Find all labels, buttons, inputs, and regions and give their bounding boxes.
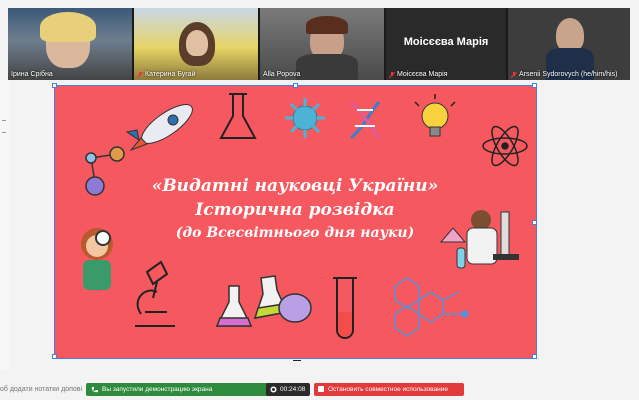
participant-name: Alla Popova — [263, 71, 301, 78]
participant-name: Катерина Бугай — [137, 71, 196, 78]
participant-hair — [306, 16, 348, 34]
screen-share-status-bar[interactable]: Вы запустили демонстрацию экрана — [86, 383, 270, 396]
timer-value: 00:24:08 — [280, 386, 306, 393]
stop-icon — [318, 386, 324, 392]
slide-thumbnail-pane[interactable] — [0, 80, 10, 370]
slide-canvas[interactable]: «Видатні науковці України» Історична роз… — [52, 83, 537, 359]
participant-display-name: Моісєєва Марія — [403, 36, 489, 48]
resize-handle[interactable] — [532, 83, 537, 88]
participant-hair — [40, 12, 96, 42]
resize-handle[interactable] — [52, 83, 57, 88]
participant-tile-3[interactable]: Alla Popova — [260, 8, 384, 80]
shield-icon[interactable] — [254, 386, 260, 393]
participant-tile-5[interactable]: Arsenii Sydorovych (he/him/his) — [508, 8, 630, 80]
slide-divider — [293, 360, 301, 361]
resize-handle[interactable] — [52, 354, 57, 359]
record-icon — [270, 386, 277, 393]
pane-marker — [2, 120, 6, 121]
selection-frame[interactable] — [54, 85, 537, 359]
participant-tile-1[interactable]: Ірина Срібна — [8, 8, 132, 80]
pane-marker — [2, 132, 6, 133]
mic-muted-icon — [511, 71, 517, 78]
participant-name: Ірина Срібна — [11, 71, 53, 78]
mic-muted-icon — [389, 71, 395, 78]
resize-handle[interactable] — [532, 354, 537, 359]
stop-sharing-label: Остановить совместное использование — [328, 386, 448, 393]
resize-handle[interactable] — [293, 83, 298, 88]
share-timer: 00:24:08 — [266, 383, 310, 396]
participant-tile-2[interactable]: Катерина Бугай — [134, 8, 258, 80]
mic-muted-icon — [137, 71, 143, 78]
participant-name: Arsenii Sydorovych (he/him/his) — [511, 71, 617, 78]
phone-icon — [91, 387, 98, 393]
speaker-notes-hint[interactable]: об додати нотатки допові — [0, 386, 82, 393]
resize-handle[interactable] — [532, 220, 537, 225]
participant-tile-4[interactable]: Моісєєва Марія Моісєєва Марія — [386, 8, 506, 80]
participant-face — [186, 30, 208, 56]
participant-name: Моісєєва Марія — [389, 71, 448, 78]
participant-body — [296, 54, 358, 80]
share-status-text: Вы запустили демонстрацию экрана — [102, 386, 213, 393]
participant-video — [556, 18, 584, 52]
participants-strip: Ірина Срібна Катерина Бугай Alla Popova … — [8, 8, 630, 80]
stop-sharing-button[interactable]: Остановить совместное использование — [314, 383, 464, 396]
